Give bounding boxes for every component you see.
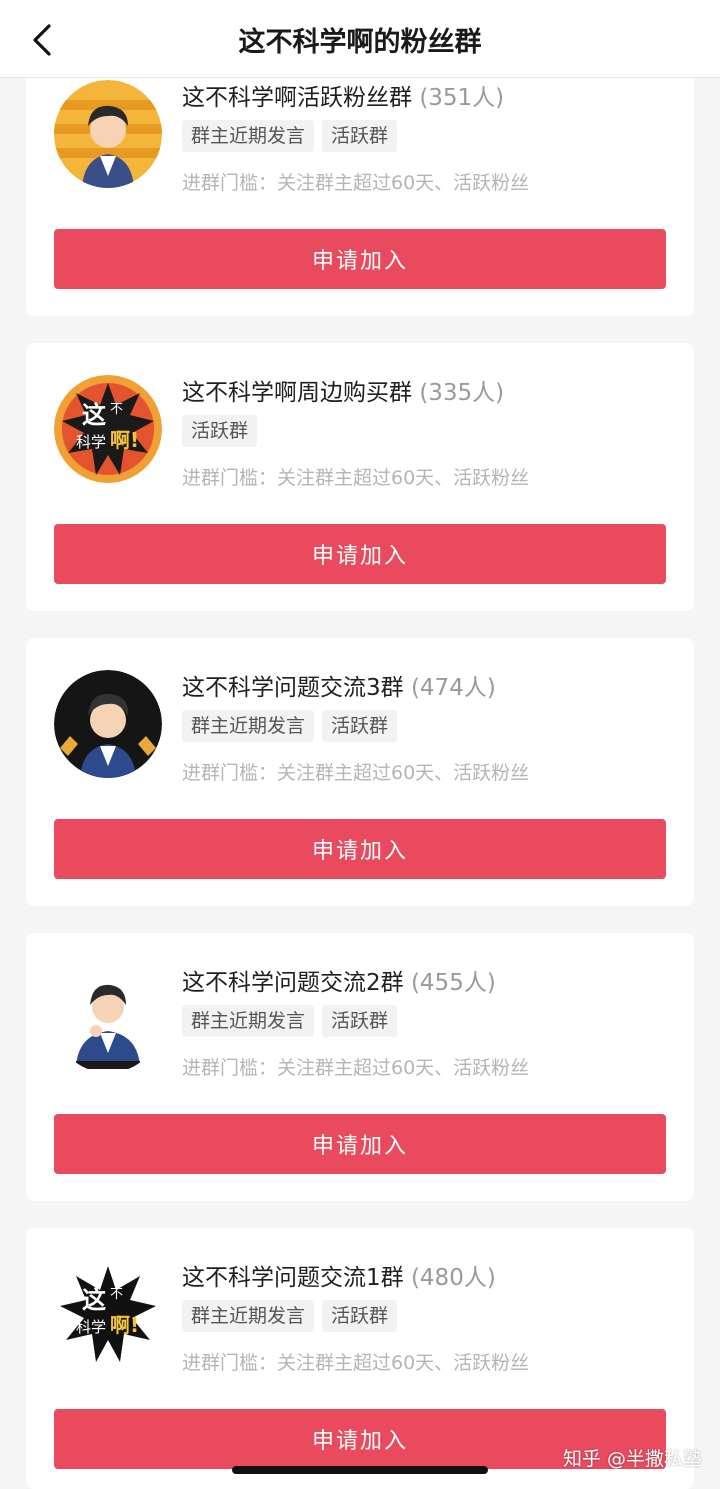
group-card: 这不科学啊活跃粉丝群 (351人) 群主近期发言 活跃群 进群门槛：关注群主超过…	[26, 50, 694, 316]
member-count: (351人)	[419, 85, 505, 111]
join-requirement: 进群门槛：关注群主超过60天、活跃粉丝	[182, 172, 530, 194]
group-avatar: 这 不 科学 啊!	[54, 375, 162, 483]
cartoon-boy-avatar-icon	[54, 80, 162, 188]
tag-active-group: 活跃群	[322, 710, 398, 742]
cartoon-boy-avatar-icon	[54, 965, 162, 1073]
apply-join-button[interactable]: 申请加入	[54, 819, 666, 879]
watermark: 知乎 @半撒私塾	[562, 1448, 702, 1470]
group-name: 这不科学啊周边购买群	[182, 380, 412, 406]
member-count: (335人)	[419, 380, 505, 406]
group-title-row: 这不科学问题交流2群 (455人)	[182, 963, 678, 997]
group-card: 这不科学问题交流3群 (474人) 群主近期发言 活跃群 进群门槛：关注群主超过…	[26, 638, 694, 906]
member-count: (474人)	[410, 675, 496, 701]
apply-join-button[interactable]: 申请加入	[54, 1114, 666, 1174]
svg-text:啊!: 啊!	[110, 1313, 139, 1337]
brand-logo-avatar-icon: 这 不 科学 啊!	[54, 1260, 162, 1368]
group-avatar	[54, 670, 162, 778]
group-title-row: 这不科学问题交流3群 (474人)	[182, 668, 678, 702]
group-title-row: 这不科学啊活跃粉丝群 (351人)	[182, 78, 678, 112]
page-title: 这不科学啊的粉丝群	[238, 26, 482, 58]
group-avatar	[54, 80, 162, 188]
tag-active-group: 活跃群	[322, 1005, 398, 1037]
tag-list: 活跃群	[182, 415, 258, 447]
apply-join-button[interactable]: 申请加入	[54, 229, 666, 289]
top-nav-bar: 这不科学啊的粉丝群	[0, 0, 720, 78]
tag-owner-active: 群主近期发言	[182, 1005, 315, 1037]
svg-text:不: 不	[110, 1287, 123, 1302]
join-requirement: 进群门槛：关注群主超过60天、活跃粉丝	[182, 1057, 530, 1079]
tag-owner-active: 群主近期发言	[182, 710, 315, 742]
svg-text:不: 不	[110, 402, 123, 417]
group-name: 这不科学问题交流1群	[182, 1265, 404, 1291]
tag-active-group: 活跃群	[322, 120, 398, 152]
group-name: 这不科学问题交流3群	[182, 675, 404, 701]
svg-text:科学: 科学	[76, 1318, 106, 1336]
group-title-row: 这不科学啊周边购买群 (335人)	[182, 373, 678, 407]
fan-groups-page: 这不科学啊活跃粉丝群 (351人) 群主近期发言 活跃群 进群门槛：关注群主超过…	[0, 0, 720, 1489]
svg-text:这: 这	[82, 1286, 106, 1314]
group-card: 这 不 科学 啊! 这不科学啊周边购买群 (335人) 活跃群 进群门槛：关注群…	[26, 343, 694, 611]
home-indicator	[232, 1466, 488, 1474]
svg-text:科学: 科学	[76, 433, 106, 451]
tag-list: 群主近期发言 活跃群	[182, 1300, 398, 1332]
cartoon-boy-avatar-icon	[54, 670, 162, 778]
member-count: (455人)	[410, 970, 496, 996]
tag-list: 群主近期发言 活跃群	[182, 120, 398, 152]
tag-active-group: 活跃群	[182, 415, 258, 447]
group-name: 这不科学问题交流2群	[182, 970, 404, 996]
svg-text:啊!: 啊!	[110, 428, 139, 452]
tag-list: 群主近期发言 活跃群	[182, 1005, 398, 1037]
apply-join-button[interactable]: 申请加入	[54, 524, 666, 584]
tag-owner-active: 群主近期发言	[182, 1300, 315, 1332]
group-card: 这不科学问题交流2群 (455人) 群主近期发言 活跃群 进群门槛：关注群主超过…	[26, 933, 694, 1201]
tag-owner-active: 群主近期发言	[182, 120, 315, 152]
join-requirement: 进群门槛：关注群主超过60天、活跃粉丝	[182, 762, 530, 784]
back-button[interactable]	[22, 20, 62, 60]
group-name: 这不科学啊活跃粉丝群	[182, 85, 412, 111]
tag-active-group: 活跃群	[322, 1300, 398, 1332]
chevron-left-icon	[33, 24, 51, 56]
group-avatar	[54, 965, 162, 1073]
tag-list: 群主近期发言 活跃群	[182, 710, 398, 742]
join-requirement: 进群门槛：关注群主超过60天、活跃粉丝	[182, 467, 530, 489]
group-avatar: 这 不 科学 啊!	[54, 1260, 162, 1368]
svg-text:这: 这	[82, 401, 106, 429]
member-count: (480人)	[410, 1265, 496, 1291]
group-title-row: 这不科学问题交流1群 (480人)	[182, 1258, 678, 1292]
join-requirement: 进群门槛：关注群主超过60天、活跃粉丝	[182, 1352, 530, 1374]
brand-logo-avatar-icon: 这 不 科学 啊!	[54, 375, 162, 483]
